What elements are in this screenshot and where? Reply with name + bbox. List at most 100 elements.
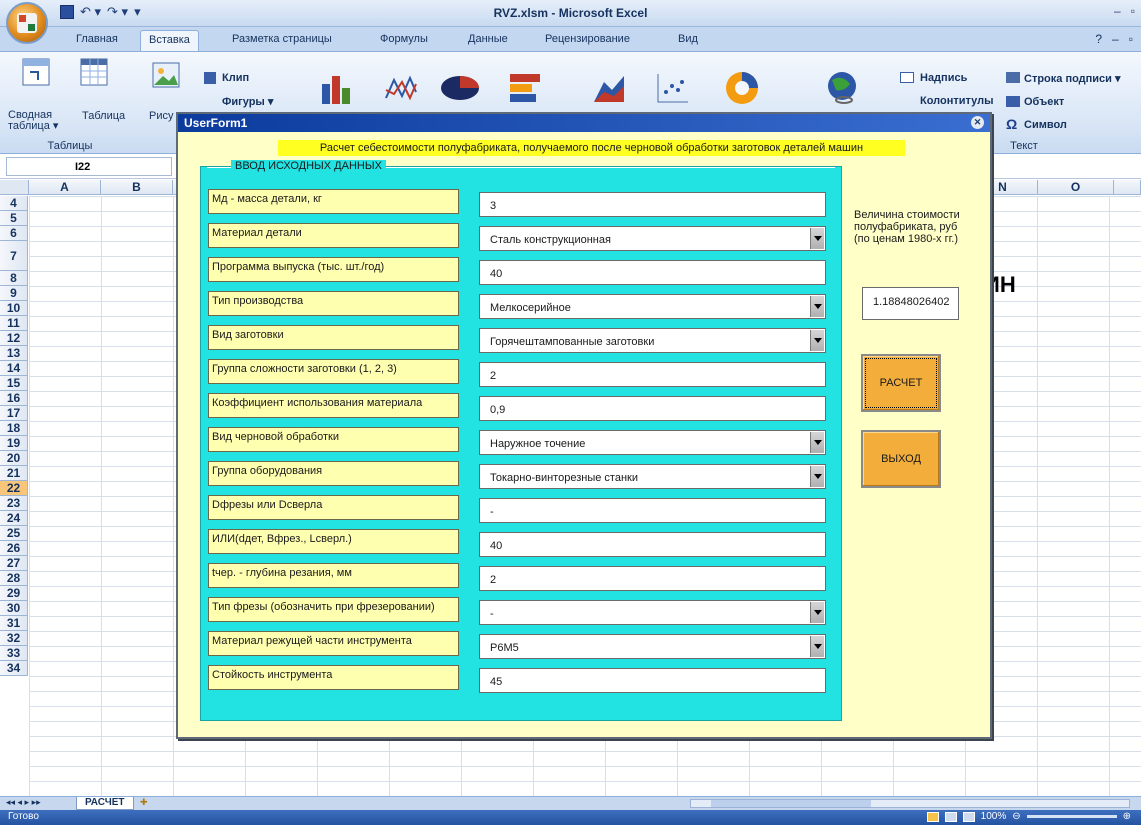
dropdown-arrow-icon[interactable]: [810, 330, 824, 351]
zoom-slider[interactable]: [1026, 815, 1117, 818]
field-textbox[interactable]: 3: [479, 192, 826, 217]
scatter-chart-icon[interactable]: [656, 72, 690, 104]
field-textbox[interactable]: 40: [479, 260, 826, 285]
zoom-out-icon[interactable]: ⊖: [1012, 811, 1020, 822]
picture-icon[interactable]: [152, 62, 180, 88]
tab-review[interactable]: Рецензирование: [545, 33, 630, 45]
field-combobox[interactable]: Мелкосерийное: [479, 294, 826, 319]
name-box[interactable]: I22: [6, 157, 172, 176]
row-header[interactable]: 16: [0, 391, 28, 406]
dropdown-arrow-icon[interactable]: [810, 466, 824, 487]
textbox-label[interactable]: Надпись: [920, 72, 967, 84]
column-header-a[interactable]: A: [29, 180, 101, 195]
exit-button[interactable]: ВЫХОД: [861, 430, 941, 488]
column-header-extra[interactable]: [1114, 180, 1141, 195]
field-combobox[interactable]: Сталь конструкционная: [479, 226, 826, 251]
row-header[interactable]: 13: [0, 346, 28, 361]
table-icon[interactable]: [80, 58, 108, 86]
row-header[interactable]: 11: [0, 316, 28, 331]
tab-insert[interactable]: Вставка: [140, 30, 199, 51]
row-header[interactable]: 27: [0, 556, 28, 571]
row-header[interactable]: 33: [0, 646, 28, 661]
field-combobox[interactable]: Р6М5: [479, 634, 826, 659]
field-combobox[interactable]: -: [479, 600, 826, 625]
sheet-nav-icon[interactable]: ◂◂ ◂ ▸ ▸▸: [6, 797, 41, 808]
clip-label[interactable]: Клип: [222, 72, 249, 84]
field-combobox[interactable]: Горячештампованные заготовки: [479, 328, 826, 353]
row-header[interactable]: 19: [0, 436, 28, 451]
row-header[interactable]: 17: [0, 406, 28, 421]
dropdown-arrow-icon[interactable]: [810, 432, 824, 453]
area-chart-icon[interactable]: [592, 72, 626, 104]
field-textbox[interactable]: 45: [479, 668, 826, 693]
row-header[interactable]: 29: [0, 586, 28, 601]
row-header[interactable]: 22: [0, 481, 28, 496]
signature-line-icon[interactable]: [1006, 72, 1020, 83]
tab-formulas[interactable]: Формулы: [380, 33, 428, 45]
scroll-thumb[interactable]: [711, 800, 871, 807]
row-header[interactable]: 32: [0, 631, 28, 646]
pivot-table-label[interactable]: Сводная таблица ▾: [8, 110, 60, 132]
close-icon[interactable]: ✕: [971, 116, 984, 129]
column-header-o[interactable]: O: [1038, 180, 1114, 195]
dropdown-arrow-icon[interactable]: [810, 296, 824, 317]
omega-icon[interactable]: Ω: [1006, 116, 1017, 132]
minimize-icon[interactable]: –: [1114, 4, 1121, 18]
row-header[interactable]: 30: [0, 601, 28, 616]
page-break-view-icon[interactable]: [962, 811, 975, 822]
row-header[interactable]: 26: [0, 541, 28, 556]
row-header[interactable]: 20: [0, 451, 28, 466]
column-header-b[interactable]: B: [101, 180, 173, 195]
shapes-label[interactable]: Фигуры ▾: [222, 95, 273, 108]
other-charts-icon[interactable]: [724, 70, 760, 106]
row-header[interactable]: 14: [0, 361, 28, 376]
row-header[interactable]: 8: [0, 271, 28, 286]
bar-chart-icon[interactable]: [508, 72, 542, 104]
help-icon[interactable]: ?: [1095, 32, 1102, 46]
hyperlink-icon[interactable]: [824, 70, 860, 106]
field-textbox[interactable]: -: [479, 498, 826, 523]
tab-view[interactable]: Вид: [678, 33, 698, 45]
row-header[interactable]: 24: [0, 511, 28, 526]
field-textbox[interactable]: 2: [479, 362, 826, 387]
field-combobox[interactable]: Наружное точение: [479, 430, 826, 455]
field-textbox[interactable]: 40: [479, 532, 826, 557]
dropdown-arrow-icon[interactable]: [810, 602, 824, 623]
pivot-table-icon[interactable]: [22, 58, 50, 86]
ribbon-restore-icon[interactable]: ▫: [1129, 32, 1133, 46]
normal-view-icon[interactable]: [926, 811, 939, 822]
row-header[interactable]: 4: [0, 196, 28, 211]
row-header[interactable]: 15: [0, 376, 28, 391]
table-label[interactable]: Таблица: [82, 110, 125, 122]
cost-result-field[interactable]: 1.18848026402: [862, 287, 959, 320]
zoom-level[interactable]: 100%: [981, 811, 1007, 822]
object-label[interactable]: Объект: [1024, 96, 1064, 108]
insert-sheet-icon[interactable]: ✚: [140, 797, 148, 808]
object-icon[interactable]: [1006, 96, 1020, 107]
clip-icon[interactable]: [204, 72, 216, 84]
symbol-label[interactable]: Символ: [1024, 119, 1067, 131]
sheet-tab-raschet[interactable]: РАСЧЕТ: [76, 797, 134, 810]
picture-label[interactable]: Рису: [149, 110, 173, 122]
page-layout-view-icon[interactable]: [944, 811, 957, 822]
row-header[interactable]: 25: [0, 526, 28, 541]
row-header[interactable]: 6: [0, 226, 28, 241]
dropdown-arrow-icon[interactable]: [810, 228, 824, 249]
select-all-corner[interactable]: [0, 180, 29, 195]
field-textbox[interactable]: 2: [479, 566, 826, 591]
horizontal-scrollbar[interactable]: [690, 799, 1130, 808]
row-header[interactable]: 7: [0, 241, 28, 271]
tab-data[interactable]: Данные: [468, 33, 508, 45]
row-header[interactable]: 21: [0, 466, 28, 481]
zoom-in-icon[interactable]: ⊕: [1123, 811, 1131, 822]
row-header[interactable]: 10: [0, 301, 28, 316]
line-chart-icon[interactable]: [384, 72, 418, 104]
row-header[interactable]: 31: [0, 616, 28, 631]
row-header[interactable]: 9: [0, 286, 28, 301]
textbox-icon[interactable]: [900, 72, 914, 83]
column-chart-icon[interactable]: [320, 72, 354, 104]
row-header[interactable]: 12: [0, 331, 28, 346]
signature-label[interactable]: Строка подписи ▾: [1024, 72, 1121, 85]
tab-page-layout[interactable]: Разметка страницы: [232, 33, 332, 45]
row-header[interactable]: 5: [0, 211, 28, 226]
